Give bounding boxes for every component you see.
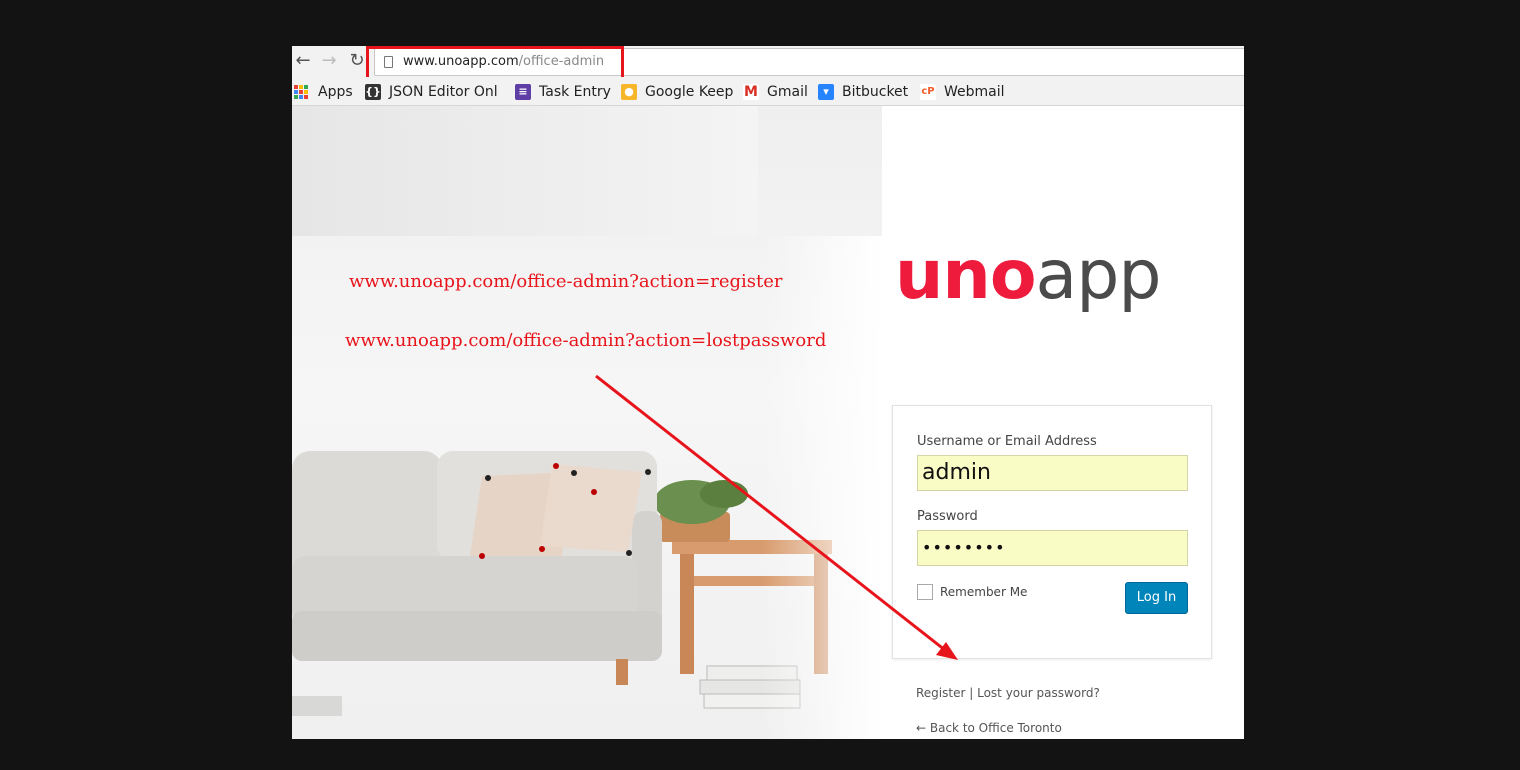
bookmark-task-entry[interactable]: ≡ Task Entry [515,82,611,102]
logo-uno: uno [895,236,1037,315]
bookmark-gmail[interactable]: M Gmail [743,82,808,102]
task-list-icon: ≡ [515,84,531,100]
json-editor-icon: {} [365,84,381,100]
bookmark-label: Bitbucket [842,84,909,100]
password-label: Password [917,509,978,524]
unoapp-logo: unoapp [895,236,1162,316]
login-page: www.unoapp.com/office-admin?action=regis… [292,106,1244,739]
lostpassword-url-annotation: www.unoapp.com/office-admin?action=lostp… [345,330,827,351]
login-nav-links: Register | Lost your password? [916,686,1100,700]
remember-me-checkbox[interactable] [917,584,933,600]
password-input[interactable]: •••••••• [917,530,1188,566]
register-url-annotation: www.unoapp.com/office-admin?action=regis… [349,271,783,292]
back-arrow-icon[interactable]: ← [292,50,314,72]
login-form: Username or Email Address admin Password… [892,405,1212,659]
register-link[interactable]: Register [916,686,965,700]
url-highlight-box [366,46,624,81]
bookmarks-bar: Apps {} JSON Editor Onl ≡ Task Entry ● G… [292,77,1244,106]
username-label: Username or Email Address [917,434,1097,449]
bookmark-apps[interactable]: Apps [294,82,353,102]
forward-arrow-icon[interactable]: → [318,50,340,72]
bookmark-label: Google Keep [645,84,734,100]
username-input[interactable]: admin [917,455,1188,491]
bookmark-label: JSON Editor Onl [389,84,498,100]
apps-grid-icon [294,85,310,99]
webmail-icon: cP [920,84,936,100]
gmail-icon: M [743,84,759,100]
bookmark-bitbucket[interactable]: ▾ Bitbucket [818,82,908,102]
login-button[interactable]: Log In [1125,582,1188,614]
reload-icon[interactable]: ↻ [346,50,368,72]
bookmark-webmail[interactable]: cP Webmail [920,82,1005,102]
bookmark-label: Apps [318,84,353,100]
bookmark-label: Gmail [767,84,808,100]
logo-app: app [1035,236,1162,315]
bookmark-json-editor[interactable]: {} JSON Editor Onl [365,82,502,102]
keep-bulb-icon: ● [621,84,637,100]
browser-window: ← → ↻ www.unoapp.com/office-admin Apps {… [292,46,1244,739]
living-room-photo [292,106,882,739]
link-separator: | [969,686,974,700]
bitbucket-icon: ▾ [818,84,834,100]
photo-fade [762,236,882,739]
bookmark-label: Task Entry [539,84,611,100]
bookmark-label: Webmail [944,84,1005,100]
address-toolbar: ← → ↻ www.unoapp.com/office-admin [292,46,1244,81]
lost-password-link[interactable]: Lost your password? [977,686,1100,700]
bookmark-google-keep[interactable]: ● Google Keep [621,82,733,102]
back-to-site-link[interactable]: ← Back to Office Toronto [916,721,1062,735]
remember-me-label[interactable]: Remember Me [940,585,1027,599]
